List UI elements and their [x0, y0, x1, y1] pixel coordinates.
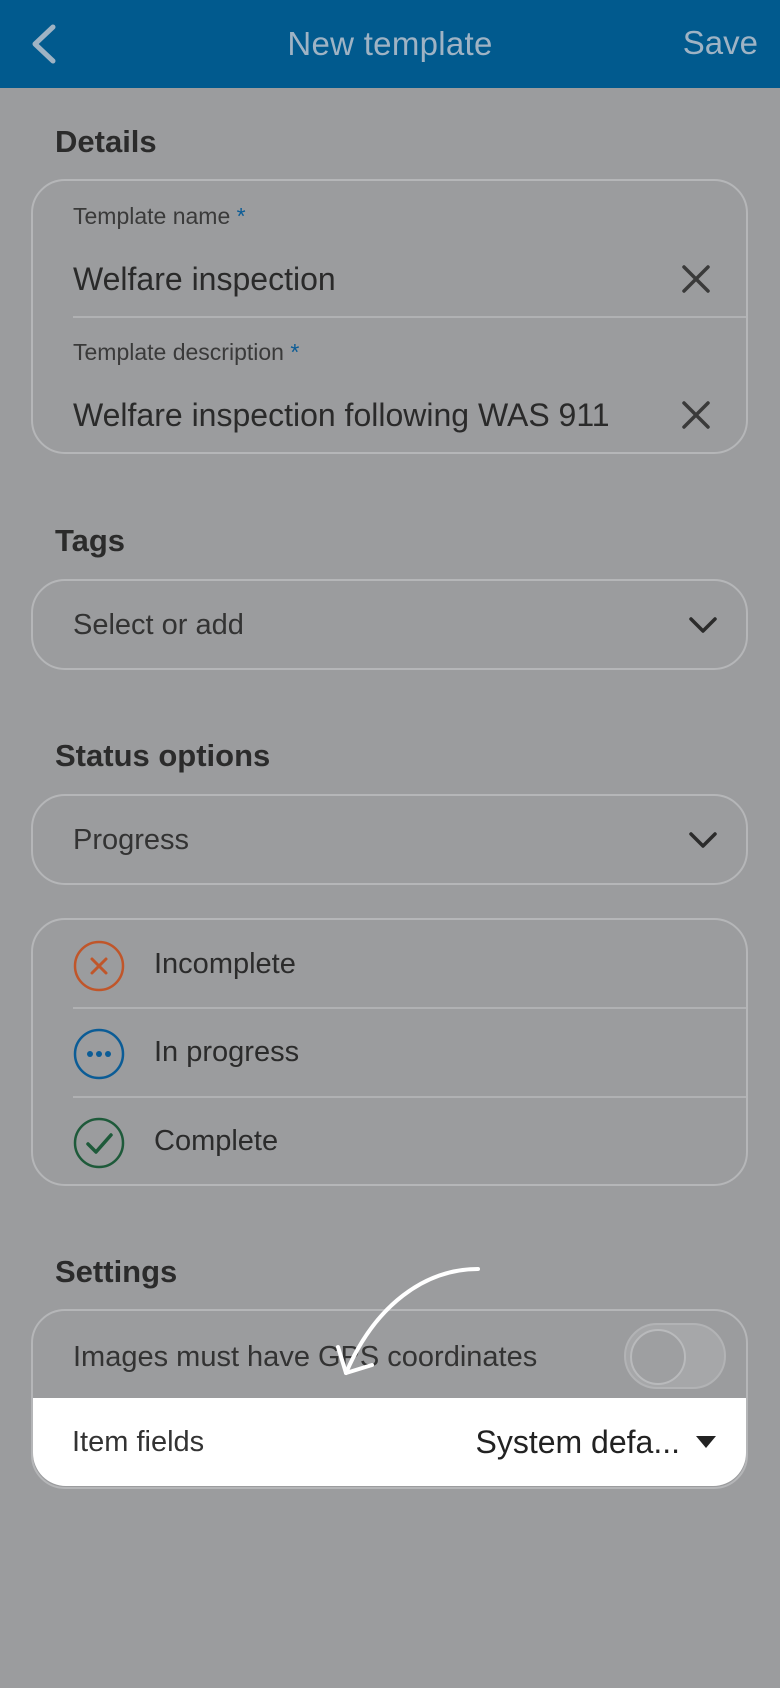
page-title: New template — [287, 25, 493, 62]
x-circle-icon — [73, 940, 125, 992]
check-circle-icon — [73, 1117, 125, 1169]
status-label-in-progress: In progress — [154, 1036, 300, 1068]
status-label-incomplete: Incomplete — [154, 948, 296, 980]
status-options-select[interactable]: Progress — [31, 794, 748, 885]
required-marker: * — [290, 339, 300, 365]
settings-section-title: Settings — [55, 1254, 178, 1289]
gps-toggle[interactable] — [624, 1323, 726, 1389]
save-button[interactable]: Save — [683, 24, 758, 62]
back-button[interactable] — [22, 22, 66, 66]
toggle-knob — [630, 1329, 686, 1385]
template-name-input[interactable]: Welfare inspection — [73, 261, 336, 298]
details-card: Template name * Welfare inspection Templ… — [31, 179, 748, 454]
pointer-arrow-icon — [336, 1267, 480, 1375]
item-fields-value[interactable]: System defa... — [475, 1424, 680, 1461]
status-list: Incomplete In progress Complete — [31, 918, 748, 1186]
dots-circle-icon — [73, 1028, 125, 1080]
tags-select[interactable]: Select or add — [31, 579, 748, 670]
divider — [73, 1096, 746, 1098]
details-section-title: Details — [55, 124, 157, 159]
template-description-label: Template description * — [73, 339, 300, 365]
app-header: New template Save — [0, 0, 780, 88]
chevron-left-icon — [32, 24, 56, 64]
item-fields-row[interactable]: Item fields System defa... — [33, 1398, 746, 1486]
status-options-section-title: Status options — [55, 738, 271, 773]
chevron-down-icon — [689, 832, 717, 848]
tags-select-placeholder: Select or add — [73, 609, 244, 641]
clear-description-icon[interactable] — [678, 397, 714, 433]
chevron-down-icon — [689, 617, 717, 633]
caret-down-icon[interactable] — [694, 1434, 718, 1450]
template-name-label: Template name * — [73, 203, 246, 229]
required-marker: * — [236, 203, 246, 229]
status-options-selected: Progress — [73, 824, 190, 856]
clear-name-icon[interactable] — [678, 261, 714, 297]
item-fields-label: Item fields — [72, 1426, 205, 1458]
template-description-input[interactable]: Welfare inspection following WAS 911 — [73, 397, 610, 434]
status-label-complete: Complete — [154, 1125, 279, 1157]
divider — [73, 1007, 746, 1009]
divider — [73, 316, 746, 318]
tags-section-title: Tags — [55, 523, 126, 558]
